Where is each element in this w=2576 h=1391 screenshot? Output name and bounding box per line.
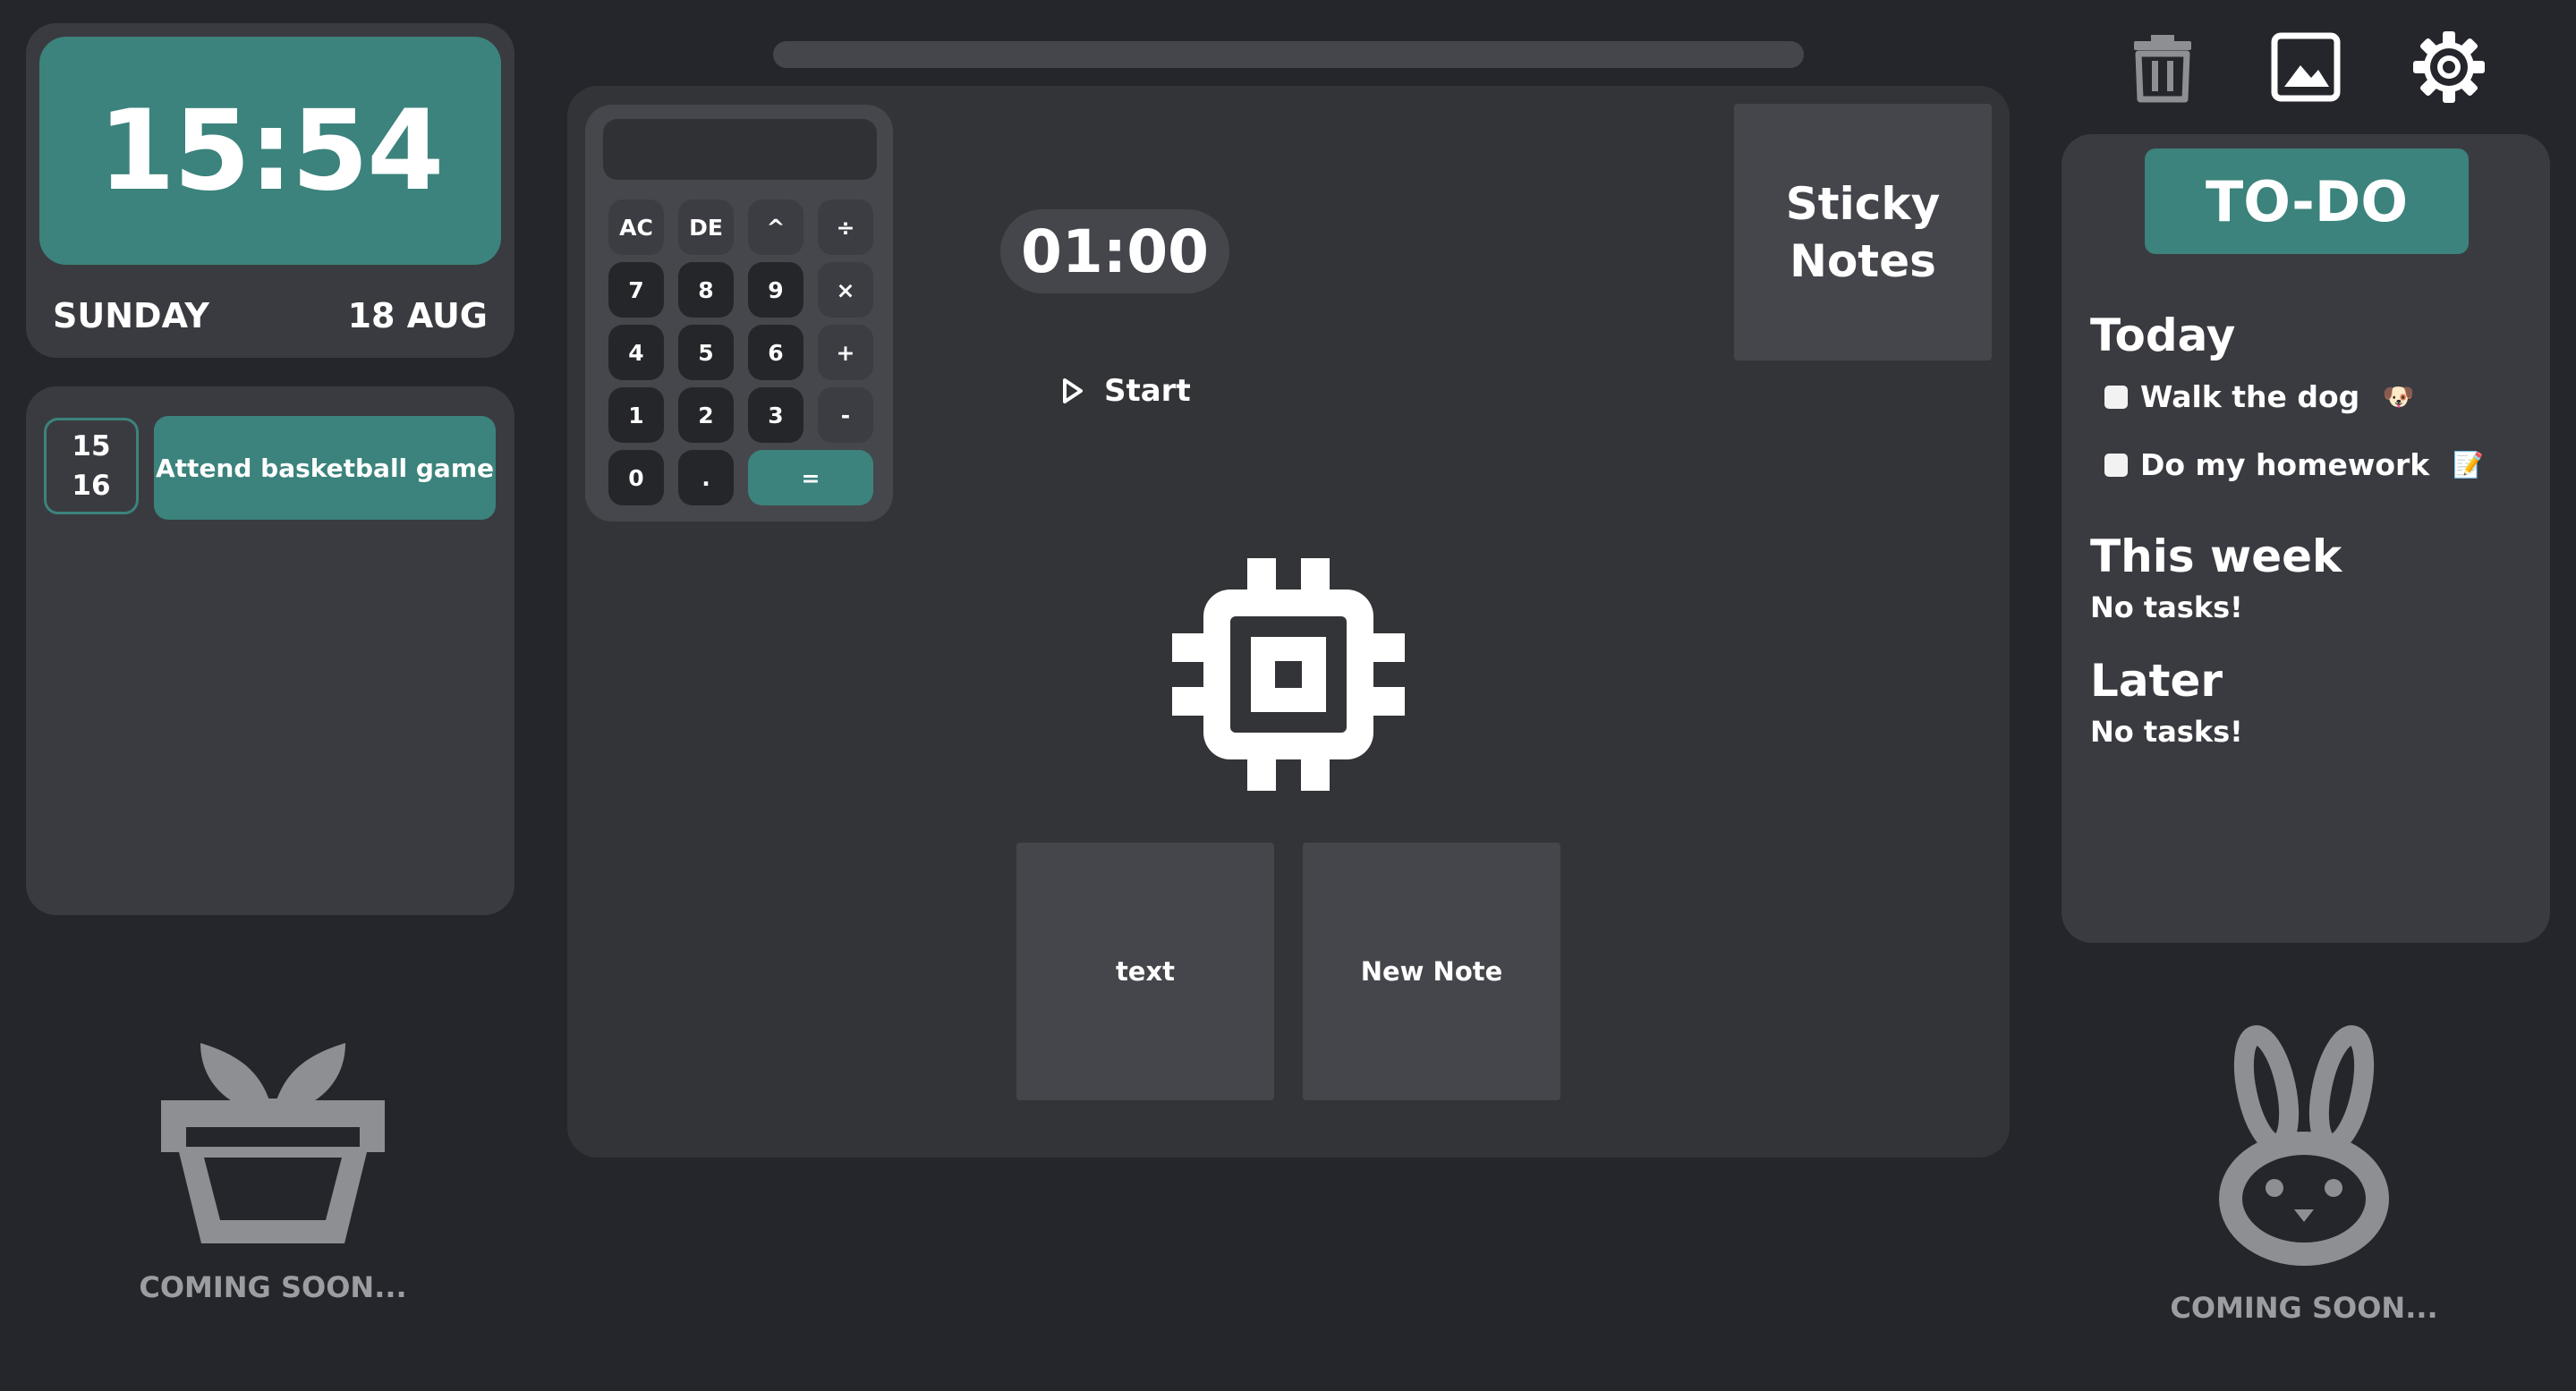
task-text: Walk the dog — [2140, 379, 2360, 414]
clock-day: SUNDAY — [53, 296, 209, 335]
plant-widget: COMING SOON... — [125, 1000, 421, 1313]
rabbit-icon — [2219, 1025, 2389, 1266]
todo-widget: TO-DO Today Walk the dog 🐶 Do my homewor… — [2062, 134, 2550, 943]
event-start-hour: 15 — [72, 430, 111, 462]
calc-key-3[interactable]: 3 — [748, 387, 803, 443]
calc-key-8[interactable]: 8 — [678, 262, 734, 318]
clock-date: 18 AUG — [347, 296, 488, 335]
calc-key-multiply[interactable]: × — [818, 262, 873, 318]
calc-key-delete[interactable]: DE — [678, 199, 734, 255]
todo-section-later: Later — [2090, 655, 2223, 707]
todo-later-empty: No tasks! — [2090, 715, 2243, 749]
sticky-note[interactable]: text — [1016, 843, 1274, 1100]
task-checkbox[interactable] — [2104, 385, 2128, 409]
wallpaper-button[interactable] — [2266, 27, 2346, 107]
calc-key-decimal[interactable]: . — [678, 450, 734, 505]
calc-key-clear[interactable]: AC — [608, 199, 664, 255]
settings-button[interactable] — [2409, 27, 2489, 107]
calc-key-6[interactable]: 6 — [748, 325, 803, 380]
task-text: Do my homework — [2140, 447, 2430, 482]
calculator-display — [603, 119, 877, 180]
trash-icon — [2134, 35, 2191, 103]
task-checkbox[interactable] — [2104, 453, 2128, 477]
calc-key-plus[interactable]: + — [818, 325, 873, 380]
task-emoji: 📝 — [2453, 450, 2485, 479]
calc-key-minus[interactable]: - — [818, 387, 873, 443]
calc-key-power[interactable]: ^ — [748, 199, 803, 255]
sticky-notes-header[interactable]: Sticky Notes — [1734, 104, 1992, 360]
event-end-hour: 16 — [72, 470, 111, 502]
calc-key-divide[interactable]: ÷ — [818, 199, 873, 255]
pet-widget: COMING SOON... — [2156, 1020, 2452, 1333]
plant-coming-soon: COMING SOON... — [139, 1270, 407, 1304]
calc-key-1[interactable]: 1 — [608, 387, 664, 443]
sticky-notes-title-line2: Notes — [1790, 234, 1936, 287]
plant-pot-icon — [161, 1043, 385, 1243]
sticky-notes-title-line1: Sticky — [1785, 177, 1941, 230]
top-drag-bar[interactable] — [773, 41, 1804, 68]
cpu-chip-icon — [1172, 558, 1405, 791]
pet-coming-soon: COMING SOON... — [2170, 1291, 2438, 1325]
timer-start-label: Start — [1104, 373, 1191, 409]
events-widget: 15 16 Attend basketball game — [26, 386, 514, 915]
calc-key-2[interactable]: 2 — [678, 387, 734, 443]
todo-section-this-week: This week — [2090, 530, 2342, 582]
task-emoji: 🐶 — [2383, 382, 2415, 411]
image-icon — [2271, 32, 2341, 102]
calc-key-5[interactable]: 5 — [678, 325, 734, 380]
play-icon — [1063, 378, 1083, 403]
calculator-widget: AC DE ^ ÷ 7 8 9 × 4 5 6 + 1 2 3 - 0 . = — [585, 105, 893, 522]
todo-task[interactable]: Do my homework 📝 — [2104, 447, 2484, 482]
timer-display[interactable]: 01:00 — [1000, 209, 1229, 293]
sticky-note[interactable]: New Note — [1303, 843, 1560, 1100]
todo-this-week-empty: No tasks! — [2090, 590, 2243, 624]
clock-widget: 15:54 SUNDAY 18 AUG — [26, 23, 514, 358]
todo-task[interactable]: Walk the dog 🐶 — [2104, 379, 2414, 414]
timer-start-button[interactable]: Start — [1061, 370, 1191, 411]
calc-key-4[interactable]: 4 — [608, 325, 664, 380]
workspace-panel: AC DE ^ ÷ 7 8 9 × 4 5 6 + 1 2 3 - 0 . = … — [567, 86, 2010, 1158]
calc-key-0[interactable]: 0 — [608, 450, 664, 505]
todo-title: TO-DO — [2145, 148, 2469, 254]
event-title[interactable]: Attend basketball game — [154, 416, 496, 520]
event-time-range[interactable]: 15 16 — [44, 418, 139, 514]
todo-section-today: Today — [2090, 310, 2236, 361]
calc-key-9[interactable]: 9 — [748, 262, 803, 318]
trash-button[interactable] — [2122, 27, 2203, 107]
calc-key-equals[interactable]: = — [748, 450, 873, 505]
calc-key-7[interactable]: 7 — [608, 262, 664, 318]
clock-time: 15:54 — [39, 37, 501, 265]
gear-icon — [2413, 31, 2485, 103]
